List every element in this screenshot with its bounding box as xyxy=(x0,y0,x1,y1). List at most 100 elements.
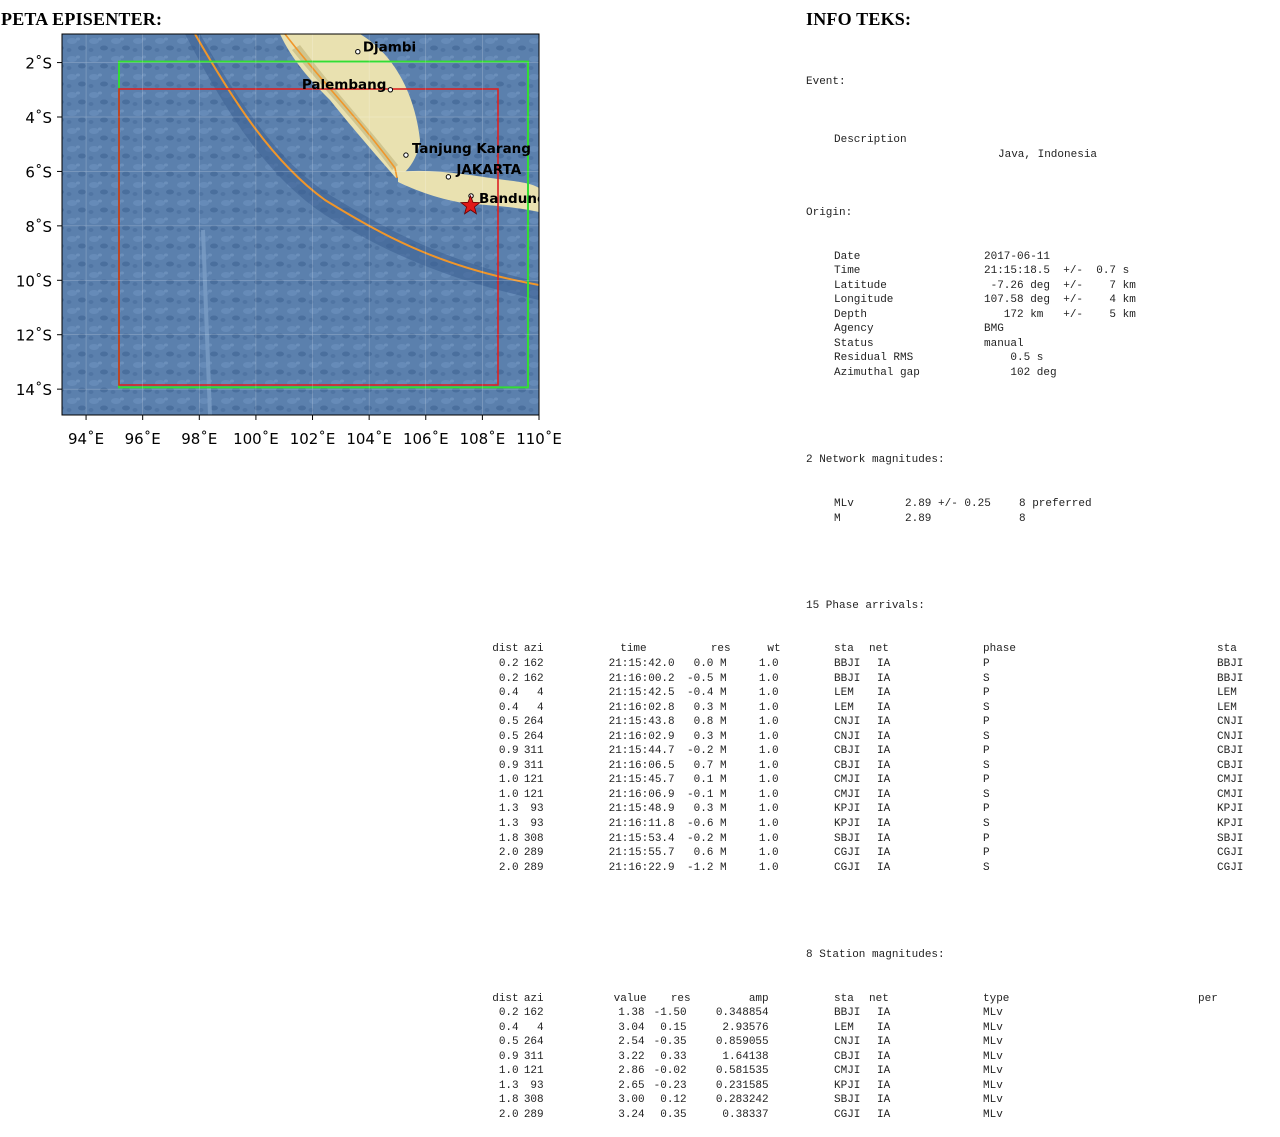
phase-cell: 1.0 xyxy=(758,774,779,787)
origin-field-label: Time xyxy=(834,265,861,278)
station-magnitude-column-header: dist xyxy=(492,992,519,1005)
origin-field-value: 0.5 s xyxy=(984,352,1044,365)
phase-cell: -0.2 M xyxy=(687,832,727,845)
magnitude-count: 8 xyxy=(1019,512,1026,525)
phase-row: CNJI IA 0.5 264 S 21:16:02.9 0.3 M 1.0 CNJI xyxy=(499,730,1244,745)
description-label: Description xyxy=(834,134,907,147)
phase-cell: 21:16:02.8 xyxy=(608,701,675,714)
phase-cell: LEM xyxy=(834,687,854,700)
station-magnitude-cell: 2.86 xyxy=(618,1065,645,1078)
phase-cell: CMJI xyxy=(834,774,861,787)
station-magnitude-cell: IA xyxy=(877,1108,891,1121)
phase-cell: 4 xyxy=(537,687,544,700)
station-magnitude-cell: 0.33 xyxy=(660,1050,687,1063)
station-magnitude-cell: 2.65 xyxy=(618,1079,645,1092)
station-magnitude-cell: MLv xyxy=(983,1036,1003,1049)
magnitude-type: MLv xyxy=(834,497,854,510)
phase-cell: 1.0 xyxy=(758,847,779,860)
station-magnitude-cell: 0.859055 xyxy=(715,1036,769,1049)
magnitude-value: 2.89 xyxy=(905,512,932,525)
phase-cell: 0.3 M xyxy=(693,701,727,714)
lon-tick-label: 108˚E xyxy=(460,430,506,448)
phase-cell: IA xyxy=(877,657,891,670)
station-magnitude-cell: 162 xyxy=(523,1007,544,1020)
sea-area xyxy=(62,34,539,415)
phase-cell: 21:15:53.4 xyxy=(608,832,675,845)
origin-field-label: Status xyxy=(834,337,874,350)
phase-cell: 0.8 M xyxy=(693,716,727,729)
station-magnitude-cell: -1.50 xyxy=(653,1007,687,1020)
phase-cell: 21:16:11.8 xyxy=(608,817,675,830)
origin-row: Status manual xyxy=(806,337,1024,352)
phase-cell: -0.1 M xyxy=(687,788,727,801)
station-magnitude-row: SBJI IA 1.8 308 MLv 3.00 0.12 0.283242 xyxy=(499,1093,1003,1108)
origin-field-value: -7.26 deg +/- 7 km xyxy=(984,279,1136,292)
station-magnitude-cell: IA xyxy=(877,1050,891,1063)
station-magnitude-cell: -0.23 xyxy=(653,1079,687,1092)
station-magnitude-cell: IA xyxy=(877,1094,891,1107)
station-magnitude-cell: 0.283242 xyxy=(715,1094,769,1107)
station-magnitude-cell: 1.64138 xyxy=(722,1050,769,1063)
phase-row: CMJI IA 1.0 121 P 21:15:45.7 0.1 M 1.0 CMJI xyxy=(499,773,1244,788)
phase-column-header: res xyxy=(710,643,731,656)
phase-cell: SBJI xyxy=(834,832,861,845)
phase-cell: CBJI xyxy=(1217,745,1244,758)
lon-tick-label: 110˚E xyxy=(516,430,562,448)
phase-cell: 162 xyxy=(523,657,544,670)
city-label: JAKARTA xyxy=(455,162,521,178)
station-magnitude-cell: 264 xyxy=(523,1036,544,1049)
phase-cell: 21:15:44.7 xyxy=(608,745,675,758)
phase-cell: 21:16:00.2 xyxy=(608,672,675,685)
phase-cell: CBJI xyxy=(1217,759,1244,772)
station-magnitude-cell: 0.2 xyxy=(498,1007,519,1020)
phase-row: SBJI IA 1.8 308 P 21:15:53.4 -0.2 M 1.0 SBJI xyxy=(499,832,1244,847)
phase-row: CGJI IA 2.0 289 P 21:15:55.7 0.6 M 1.0 CGJI xyxy=(499,846,1244,861)
origin-field-label: Residual RMS xyxy=(834,352,914,365)
station-magnitude-header-row: sta net dist azi type value res amp per xyxy=(492,992,1218,1007)
city-dot xyxy=(387,87,394,93)
origin-row: Agency BMG xyxy=(806,322,1004,337)
event-label: Event: xyxy=(806,76,846,89)
station-magnitude-cell: 0.35 xyxy=(660,1108,687,1121)
station-magnitudes-table: sta net dist azi type value res amp per BBJI IA 0.2… xyxy=(492,992,1218,1123)
phase-row: KPJI IA 1.3 93 S 21:16:11.8 -0.6 M 1.0 KPJI xyxy=(499,817,1244,832)
station-magnitude-cell: MLv xyxy=(983,1108,1003,1121)
phase-cell: P xyxy=(983,832,990,845)
station-magnitude-cell: LEM xyxy=(834,1021,854,1034)
phase-cell: 21:15:43.8 xyxy=(608,716,675,729)
phase-cell: -0.4 M xyxy=(687,687,727,700)
phase-cell: 4 xyxy=(537,701,544,714)
station-magnitude-cell: IA xyxy=(877,1065,891,1078)
station-magnitude-cell: SBJI xyxy=(834,1094,861,1107)
phase-cell: LEM xyxy=(1217,701,1237,714)
phase-cell: 0.4 xyxy=(498,701,519,714)
station-magnitude-cell: 3.24 xyxy=(618,1108,645,1121)
station-magnitude-cell: 1.0 xyxy=(498,1065,519,1078)
phase-cell: 1.8 xyxy=(498,832,519,845)
phase-cell: 21:16:22.9 xyxy=(608,861,675,874)
lon-tick-label: 94˚E xyxy=(68,430,104,448)
origin-label: Origin: xyxy=(806,207,853,220)
station-magnitude-cell: 3.00 xyxy=(618,1094,645,1107)
station-magnitude-cell: 308 xyxy=(523,1094,544,1107)
phase-cell: 1.0 xyxy=(758,701,779,714)
phase-cell: IA xyxy=(877,701,891,714)
phase-cell: 1.0 xyxy=(758,788,779,801)
city-label: Bandung xyxy=(479,191,547,207)
magnitude-type: M xyxy=(834,512,841,525)
phase-cell: S xyxy=(983,817,990,830)
phase-cell: IA xyxy=(877,687,891,700)
phase-cell: S xyxy=(983,759,990,772)
phase-row: CBJI IA 0.9 311 S 21:16:06.5 0.7 M 1.0 CBJI xyxy=(499,759,1244,774)
station-magnitude-cell: CNJI xyxy=(834,1036,861,1049)
station-magnitude-cell: 1.38 xyxy=(618,1007,645,1020)
phase-cell: IA xyxy=(877,817,891,830)
phase-column-header: sta xyxy=(834,643,854,656)
station-magnitude-row: LEM IA 0.4 4 MLv 3.04 0.15 2.93576 xyxy=(499,1021,1003,1036)
origin-row: Azimuthal gap 102 deg xyxy=(806,366,1057,381)
station-magnitude-cell: -0.02 xyxy=(653,1065,687,1078)
station-magnitude-column-header: sta xyxy=(834,992,854,1005)
origin-field-value: 2017-06-11 xyxy=(984,250,1051,263)
station-magnitude-column-header: res xyxy=(670,992,691,1005)
station-magnitude-cell: 121 xyxy=(523,1065,544,1078)
